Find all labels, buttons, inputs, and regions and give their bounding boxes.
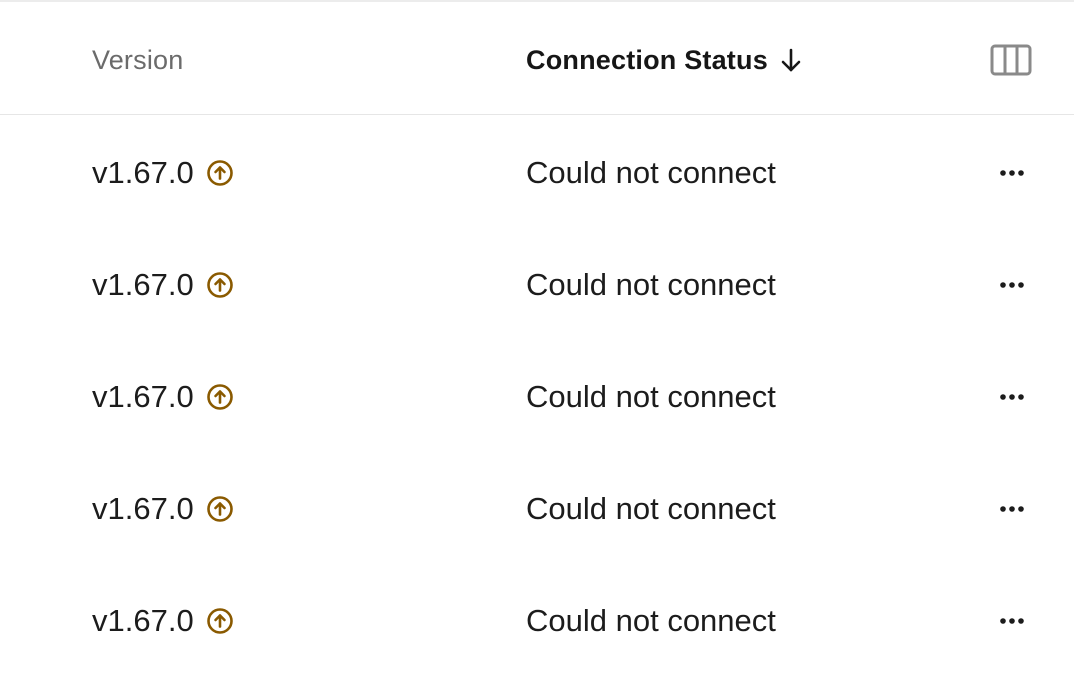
table-row: v1.67.0 Could not connect (0, 451, 1074, 563)
arrow-up-circle-icon[interactable] (206, 495, 234, 523)
version-text: v1.67.0 (92, 603, 194, 638)
machines-table: Version Connection Status v1.67.0 Could … (0, 0, 1074, 694)
table-header: Version Connection Status (0, 2, 1074, 115)
column-header-connection-status[interactable]: Connection Status (526, 42, 804, 78)
version-text: v1.67.0 (92, 267, 194, 302)
table-row: v1.67.0 Could not connect (0, 115, 1074, 227)
version-text: v1.67.0 (92, 155, 194, 190)
version-cell: v1.67.0 (92, 153, 234, 193)
version-cell: v1.67.0 (92, 601, 234, 641)
more-horizontal-icon[interactable] (990, 273, 1034, 297)
version-text: v1.67.0 (92, 491, 194, 526)
table-row: v1.67.0 Could not connect (0, 227, 1074, 339)
arrow-up-circle-icon[interactable] (206, 271, 234, 299)
more-horizontal-icon[interactable] (990, 497, 1034, 521)
version-cell: v1.67.0 (92, 377, 234, 417)
table-body: v1.67.0 Could not connect v1.67.0 Could … (0, 115, 1074, 675)
connection-status-text: Could not connect (526, 267, 776, 302)
connection-status-text: Could not connect (526, 379, 776, 414)
table-row: v1.67.0 Could not connect (0, 339, 1074, 451)
more-horizontal-icon[interactable] (990, 385, 1034, 409)
arrow-up-circle-icon[interactable] (206, 607, 234, 635)
column-header-connection-status-label: Connection Status (526, 45, 768, 75)
more-horizontal-icon[interactable] (990, 609, 1034, 633)
connection-status-text: Could not connect (526, 491, 776, 526)
arrow-up-circle-icon[interactable] (206, 383, 234, 411)
version-text: v1.67.0 (92, 379, 194, 414)
more-horizontal-icon[interactable] (990, 161, 1034, 185)
column-header-version[interactable]: Version (92, 42, 183, 78)
connection-status-text: Could not connect (526, 603, 776, 638)
connection-status-text: Could not connect (526, 155, 776, 190)
version-cell: v1.67.0 (92, 265, 234, 305)
arrow-up-circle-icon[interactable] (206, 159, 234, 187)
arrow-down-icon (781, 48, 801, 72)
table-row: v1.67.0 Could not connect (0, 563, 1074, 675)
columns-icon[interactable] (990, 44, 1032, 76)
version-cell: v1.67.0 (92, 489, 234, 529)
